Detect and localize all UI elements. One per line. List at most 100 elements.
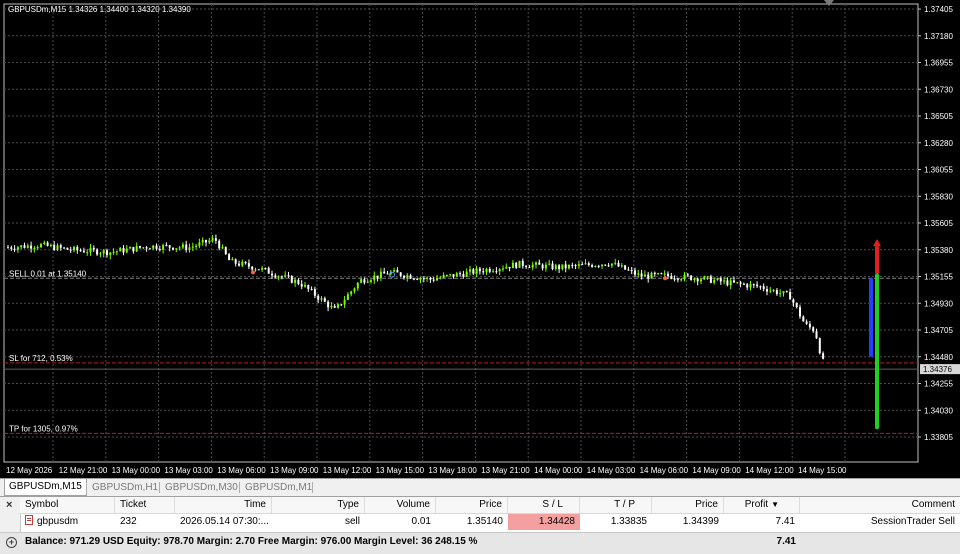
candle-body [564,264,567,269]
candle-body [700,279,702,282]
time-axis-label: 14 May 03:00 [587,466,636,475]
candle-body [195,245,198,247]
candle-body [366,281,369,283]
order-type: sell [344,516,360,527]
candle-body [386,273,389,275]
candle-body [122,248,125,253]
price-axis-label: 1.34030 [924,406,953,415]
tab-separator [159,482,160,493]
candle-body [551,263,554,270]
candle-body [231,259,234,261]
col-profit[interactable]: Profit ▼ [724,497,800,513]
candle-body [752,284,755,286]
order-take-profit[interactable]: 1.33835 [580,514,652,530]
col-profit-label: Profit [744,499,769,510]
col-comment[interactable]: Comment [800,497,960,513]
candle-body [409,275,412,279]
candle-body [670,276,673,279]
candle-body [805,321,808,324]
candle-body [488,269,491,272]
candle-body [769,290,772,292]
table-row[interactable]: gbpusdm 232 2026.05.14 07:30:... sell 0.… [20,514,960,531]
price-axis-label: 1.34480 [924,353,953,362]
candle-body [406,275,409,278]
price-axis-label: 1.35155 [924,273,953,282]
candle-body [455,273,458,277]
candle-body [228,254,231,261]
col-current-price[interactable]: Price [652,497,724,513]
tab-gbpusdm-m15[interactable]: GBPUSDm,M15 [4,479,87,496]
chart-symbol-header: GBPUSDm,M15 1.34326 1.34400 1.34320 1.34… [8,5,191,14]
chart-canvas[interactable]: 1.37405 1.37180 1.36955 1.36730 1.36505 1.362… [0,0,960,478]
candle-body [762,286,765,290]
tab-gbpusdm-h1[interactable]: GBPUSDm,H1 [88,480,162,495]
candle-body [686,274,689,276]
balance-bar: + Balance: 971.29 USD Equity: 978.70 Mar… [0,532,960,554]
price-axis-label: 1.35380 [924,246,953,255]
candle-body [696,278,699,282]
candle-body [115,251,118,253]
candle-body [155,245,158,249]
col-price[interactable]: Price [436,497,508,513]
candle-body [815,331,818,339]
close-terminal-icon[interactable]: × [6,499,12,511]
col-ticket[interactable]: Ticket [115,497,175,513]
candle-body [561,264,564,270]
time-axis-label: 14 May 06:00 [640,466,689,475]
candle-body [346,294,349,300]
order-price: 1.35140 [466,516,503,527]
candle-body [614,262,617,264]
candle-body [244,261,247,264]
candle-body [132,246,135,252]
candle-body [703,276,706,280]
price-axis-label: 1.34255 [924,380,953,389]
orders-table-header: Symbol Ticket Time Type Volume Price S /… [20,497,960,514]
price-axis-label: 1.35830 [924,192,953,201]
candle-body [403,275,405,278]
candle-body [749,284,752,288]
candle-body [792,299,795,303]
candle-body [168,245,171,248]
col-sl[interactable]: S / L [508,497,580,513]
col-volume[interactable]: Volume [365,497,436,513]
candle-body [756,284,759,287]
candle-body [99,253,102,255]
order-stop-loss[interactable]: 1.34428 [508,514,580,530]
time-axis-label: 13 May 03:00 [164,466,213,475]
tab-gbpusdm-m30[interactable]: GBPUSDm,M30 [161,480,242,495]
candle-body [739,282,742,284]
candle-body [290,276,293,283]
tab-gbpusdm-m1[interactable]: GBPUSDm,M1 [241,480,316,495]
candle-body [726,280,729,286]
candle-body [775,290,778,295]
candle-body [178,247,181,249]
time-axis-label: 14 May 12:00 [745,466,794,475]
col-tp[interactable]: T / P [580,497,652,513]
sell-line-label: SELL 0.01 at 1.35140 [9,269,87,278]
candle-body [26,245,29,248]
plot-frame [3,3,919,463]
chart-shift-marker-icon[interactable] [824,0,834,6]
chart-tabs: GBPUSDm,M15 GBPUSDm,H1 GBPUSDm,M30 GBPUS… [0,478,960,496]
sl-line-label: SL for 712, 0.53% [9,354,73,363]
col-symbol[interactable]: Symbol [20,497,115,513]
candle-body [373,275,376,281]
candle-body [422,278,425,280]
col-time[interactable]: Time [175,497,272,513]
candle-body [307,285,310,289]
candle-body [663,273,666,275]
candle-body [356,282,359,289]
candle-body [630,269,633,271]
candle-body [604,264,607,266]
candle-body [221,247,224,249]
candle-body [73,247,75,251]
candle-body [49,244,52,246]
col-type[interactable]: Type [272,497,365,513]
candle-body [492,271,495,273]
candle-body [393,270,396,272]
candle-body [690,275,693,281]
price-chart[interactable]: 1.37405 1.37180 1.36955 1.36730 1.36505 1.362… [0,0,960,478]
candle-body [198,242,201,246]
candle-body [181,244,184,248]
trade-marker [251,270,255,275]
